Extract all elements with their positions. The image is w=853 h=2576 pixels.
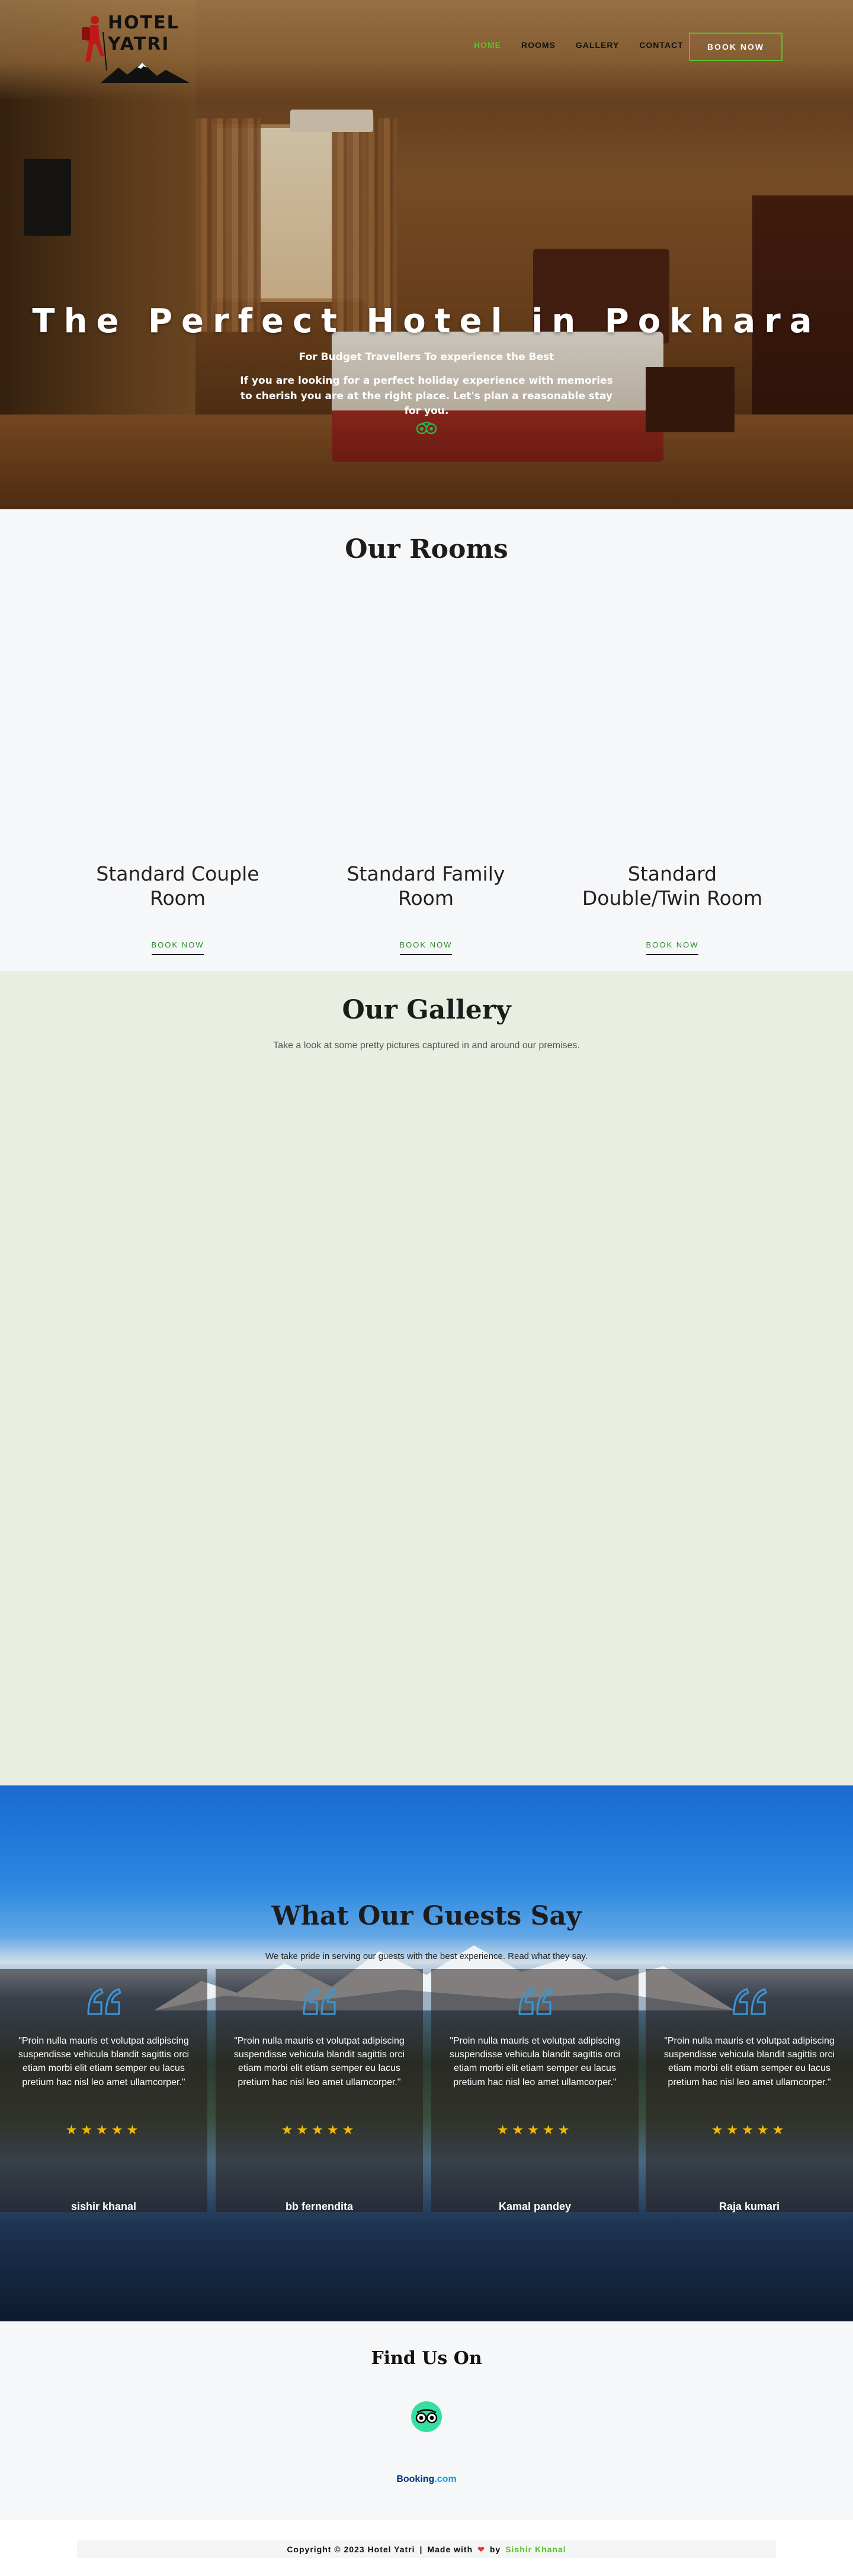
book-now-button[interactable]: BOOK NOW xyxy=(689,33,783,61)
quote-icon xyxy=(303,1988,337,2015)
hero-subtitle: For Budget Travellers To experience the … xyxy=(299,351,554,363)
rooms-section: Our Rooms Standard Couple Room BOOK NOW … xyxy=(0,509,853,971)
logo-hotel-text: HOTEL xyxy=(108,12,179,33)
mountain-logo-icon xyxy=(101,63,190,83)
made-with-text: Made with xyxy=(427,2545,473,2554)
quote-icon xyxy=(518,1988,553,2015)
testimonials-subtitle: We take pride in serving our guests with… xyxy=(265,1951,588,1961)
heart-icon: ❤ xyxy=(477,2544,485,2554)
guest-name: sishir khanal xyxy=(70,2201,137,2212)
nav-link-gallery[interactable]: GALLERY xyxy=(576,40,619,50)
guest-name: Raja kumari xyxy=(719,2201,780,2212)
tripadvisor-owl-icon[interactable] xyxy=(411,2401,442,2432)
testimonial-card: "Proin nulla mauris et volutpat adipisci… xyxy=(431,1969,639,2212)
site-logo[interactable]: HOTEL YATRI xyxy=(77,11,190,83)
hero-description: If you are looking for a perfect holiday… xyxy=(240,375,613,417)
testimonial-text: "Proin nulla mauris et volutpat adipisci… xyxy=(233,2036,405,2087)
gallery-title: Our Gallery xyxy=(342,995,511,1025)
gallery-subtitle: Take a look at some pretty pictures capt… xyxy=(273,1040,580,1051)
quote-icon xyxy=(87,1988,121,2015)
hero-title: The Perfect Hotel in Pokhara xyxy=(32,302,821,341)
testimonials-section: What Our Guests Say We take pride in ser… xyxy=(0,1785,853,2321)
tripadvisor-owl-icon[interactable] xyxy=(416,422,437,435)
guest-name: bb fernendita xyxy=(285,2201,353,2212)
room-card: Standard Double/Twin Room BOOK NOW xyxy=(566,862,779,955)
testimonials-title: What Our Guests Say xyxy=(271,1901,582,1931)
hero-section: HOTEL YATRI HOME ROOMS GALLERY CONTACT B… xyxy=(0,0,853,509)
logo-yatri-text: YATRI xyxy=(108,34,170,54)
find-us-section: Find Us On Booking.com xyxy=(0,2321,853,2520)
testimonial-text: "Proin nulla mauris et volutpat adipisci… xyxy=(18,2036,190,2087)
nav-menu: HOME ROOMS GALLERY CONTACT xyxy=(474,40,684,50)
main-navigation: HOTEL YATRI HOME ROOMS GALLERY CONTACT B… xyxy=(0,0,853,89)
footer-separator: | xyxy=(419,2545,423,2554)
star-rating: ★★★★★ xyxy=(711,2123,788,2138)
room-name: Standard Family Room xyxy=(347,862,505,910)
testimonial-text: "Proin nulla mauris et volutpat adipisci… xyxy=(663,2036,835,2087)
booking-com-link[interactable]: Booking.com xyxy=(0,2474,853,2485)
copyright-text: Copyright © 2023 Hotel Yatri xyxy=(287,2545,415,2554)
hero-content: The Perfect Hotel in Pokhara For Budget … xyxy=(0,302,853,419)
testimonial-card: "Proin nulla mauris et volutpat adipisci… xyxy=(216,1969,423,2212)
testimonial-text: "Proin nulla mauris et volutpat adipisci… xyxy=(449,2036,621,2087)
room-book-now-link[interactable]: BOOK NOW xyxy=(646,940,699,955)
testimonial-card: "Proin nulla mauris et volutpat adipisci… xyxy=(646,1969,853,2212)
star-rating: ★★★★★ xyxy=(65,2123,142,2138)
gallery-section: Our Gallery Take a look at some pretty p… xyxy=(0,971,853,1785)
author-link[interactable]: Sishir Khanal xyxy=(505,2545,566,2554)
footer-bar: Copyright © 2023 Hotel Yatri | Made with… xyxy=(77,2540,776,2558)
quote-icon xyxy=(733,1988,767,2015)
star-rating: ★★★★★ xyxy=(281,2123,358,2138)
nav-link-rooms[interactable]: ROOMS xyxy=(521,40,556,50)
room-book-now-link[interactable]: BOOK NOW xyxy=(399,940,453,955)
testimonial-card: "Proin nulla mauris et volutpat adipisci… xyxy=(0,1969,207,2212)
nav-link-contact[interactable]: CONTACT xyxy=(639,40,683,50)
rooms-title: Our Rooms xyxy=(345,534,508,564)
room-book-now-link[interactable]: BOOK NOW xyxy=(151,940,204,955)
by-text: by xyxy=(489,2545,501,2554)
site-footer: Copyright © 2023 Hotel Yatri | Made with… xyxy=(0,2520,853,2576)
booking-brand: Booking xyxy=(396,2474,435,2484)
room-card: Standard Couple Room BOOK NOW xyxy=(71,862,284,955)
guest-name: Kamal pandey xyxy=(498,2201,572,2212)
nav-link-home[interactable]: HOME xyxy=(474,40,501,50)
star-rating: ★★★★★ xyxy=(496,2123,573,2138)
room-card: Standard Family Room BOOK NOW xyxy=(319,862,533,955)
booking-brand-suffix: .com xyxy=(434,2474,457,2484)
room-name: Standard Couple Room xyxy=(96,862,259,910)
find-us-title: Find Us On xyxy=(371,2348,482,2369)
room-name: Standard Double/Twin Room xyxy=(582,862,763,910)
